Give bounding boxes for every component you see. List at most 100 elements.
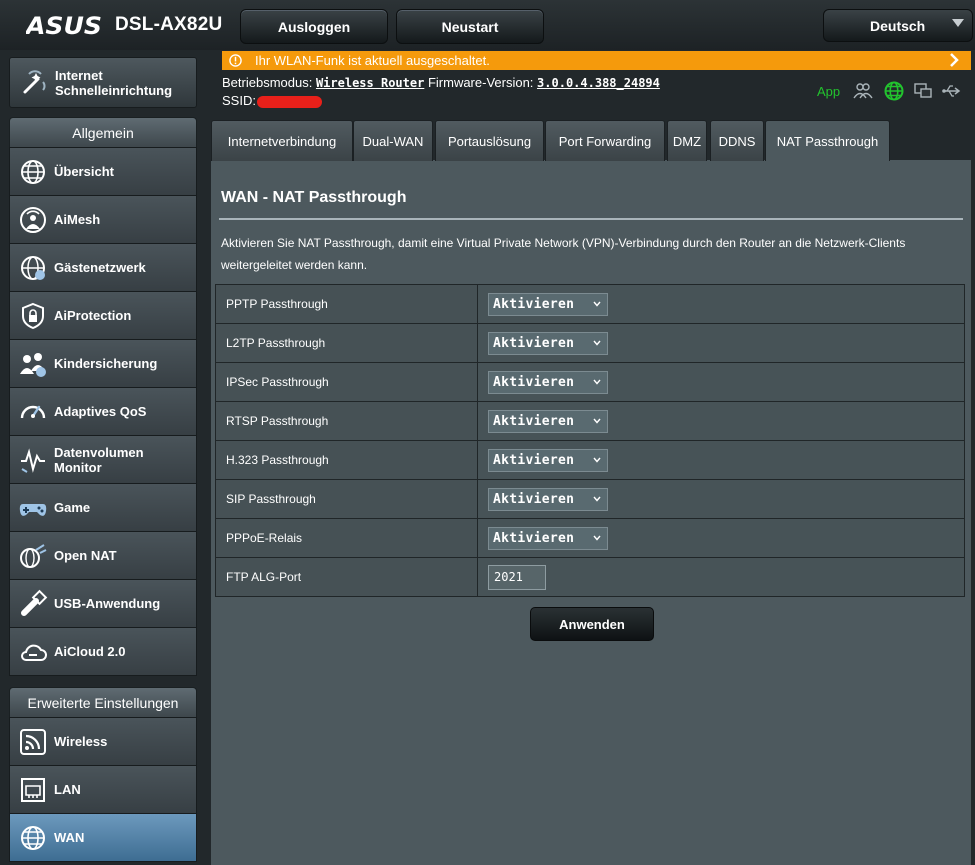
sidebar-item-aicloud-2-0[interactable]: AiCloud 2.0 (9, 627, 197, 676)
usb-status-icon[interactable] (941, 81, 961, 101)
tab-ddns[interactable]: DDNS (710, 120, 764, 161)
parental-control-icon (20, 352, 46, 377)
sidebar-item-aimesh[interactable]: AiMesh (9, 195, 197, 244)
tab-port-forwarding[interactable]: Port Forwarding (545, 120, 665, 161)
sidebar-item-lan[interactable]: LAN (9, 765, 197, 814)
page-description: Aktivieren Sie NAT Passthrough, damit ei… (221, 236, 906, 272)
sidebar-item-adaptives-qos[interactable]: Adaptives QoS (9, 387, 197, 436)
open-nat-icon (20, 543, 47, 568)
settings-row: H.323 Passthrough Aktivieren (215, 440, 965, 480)
ssid-line: SSID: (222, 93, 322, 108)
sidebar-item-open-nat[interactable]: Open NAT (9, 531, 197, 580)
tab-dual-wan[interactable]: Dual-WAN (353, 120, 433, 161)
caret-down-icon (952, 19, 964, 27)
mode-label: Betriebsmodus: (222, 75, 313, 90)
chevron-down-icon (593, 301, 601, 307)
sidebar-item-game[interactable]: Game (9, 483, 197, 532)
reboot-button[interactable]: Neustart (396, 9, 544, 44)
setting-label: L2TP Passthrough (215, 323, 478, 363)
sidebar-item-wireless[interactable]: Wireless (9, 717, 197, 766)
tab-nat-passthrough[interactable]: NAT Passthrough (765, 120, 890, 161)
setting-value-cell: Aktivieren (477, 401, 965, 441)
select-value: Aktivieren (493, 374, 575, 390)
passthrough-select[interactable]: Aktivieren (488, 487, 608, 511)
chevron-down-icon (593, 340, 601, 346)
chevron-down-icon (593, 496, 601, 502)
setting-label: SIP Passthrough (215, 479, 478, 519)
cloud-icon (21, 644, 47, 661)
usb-icon (21, 589, 48, 616)
wifi-off-notice[interactable]: Ihr WLAN-Funk ist aktuell ausgeschaltet. (222, 51, 971, 70)
setting-label: PPPoE-Relais (215, 518, 478, 558)
passthrough-select[interactable]: Aktivieren (488, 292, 608, 316)
app-link[interactable]: App (817, 84, 840, 99)
settings-row: FTP ALG-Port 2021 (215, 557, 965, 597)
gamepad-icon (19, 503, 47, 516)
passthrough-select[interactable]: Aktivieren (488, 331, 608, 355)
title-divider (219, 218, 963, 220)
chevron-right-icon[interactable] (947, 53, 961, 67)
setting-value-cell: Aktivieren (477, 479, 965, 519)
internet-status-icon[interactable] (884, 81, 904, 101)
settings-row: RTSP Passthrough Aktivieren (215, 401, 965, 441)
setting-label: FTP ALG-Port (215, 557, 478, 597)
devices-icon[interactable] (913, 81, 933, 101)
router-model: DSL-AX82U (115, 14, 223, 35)
chevron-down-icon (593, 418, 601, 424)
settings-row: L2TP Passthrough Aktivieren (215, 323, 965, 363)
apply-button[interactable]: Anwenden (530, 607, 654, 641)
select-value: Aktivieren (493, 335, 575, 351)
setting-value-cell: Aktivieren (477, 323, 965, 363)
sidebar-item-label: Game (54, 500, 91, 515)
settings-row: PPPoE-Relais Aktivieren (215, 518, 965, 558)
settings-row: SIP Passthrough Aktivieren (215, 479, 965, 519)
setting-value-cell: Aktivieren (477, 518, 965, 558)
sidebar-item-label: USB-Anwendung (54, 596, 161, 611)
language-value: Deutsch (870, 17, 926, 34)
settings-row: PPTP Passthrough Aktivieren (215, 284, 965, 324)
mode-value-link[interactable]: Wireless Router (316, 76, 424, 90)
firmware-value-link[interactable]: 3.0.0.4.388_24894 (537, 76, 660, 90)
setting-value-cell: 2021 (477, 557, 965, 597)
passthrough-settings-table: PPTP Passthrough Aktivieren L2TP Passthrou… (215, 284, 965, 597)
quick-setup-button[interactable]: Internet Schnelleinrichtung (9, 57, 197, 108)
ftp-port-input[interactable]: 2021 (488, 564, 546, 590)
asus-logo: ASUS (26, 12, 102, 40)
tab-dmz[interactable]: DMZ (667, 120, 707, 161)
sidebar-item-label: WAN (54, 830, 85, 845)
logout-button[interactable]: Ausloggen (240, 9, 388, 44)
notice-text: Ihr WLAN-Funk ist aktuell ausgeschaltet. (255, 53, 490, 68)
sidebar-item-label: AiMesh (54, 212, 101, 227)
clients-icon[interactable] (853, 81, 873, 101)
chevron-down-icon (593, 379, 601, 385)
select-value: Aktivieren (493, 452, 575, 468)
sidebar-item-label: AiCloud 2.0 (54, 644, 126, 659)
setting-value-cell: Aktivieren (477, 440, 965, 480)
guest-network-icon (21, 255, 45, 280)
passthrough-select[interactable]: Aktivieren (488, 526, 608, 550)
firmware-label: Firmware-Version: (427, 75, 534, 90)
sidebar-item-usb-anwendung[interactable]: USB-Anwendung (9, 579, 197, 628)
sidebar-item-wan[interactable]: WAN (9, 813, 197, 862)
sidebar-item-aiprotection[interactable]: AiProtection (9, 291, 197, 340)
tab-internetverbindung[interactable]: Internetverbindung (211, 120, 353, 161)
wireless-icon (20, 728, 46, 755)
passthrough-select[interactable]: Aktivieren (488, 370, 608, 394)
passthrough-select[interactable]: Aktivieren (488, 448, 608, 472)
sidebar-item-übersicht[interactable]: Übersicht (9, 147, 197, 196)
sidebar-item-label: Übersicht (54, 164, 114, 179)
language-select[interactable]: Deutsch (823, 9, 973, 42)
chevron-down-icon (593, 535, 601, 541)
wan-globe-icon (21, 825, 45, 850)
traffic-monitor-icon (21, 447, 45, 473)
tab-portauslösung[interactable]: Portauslösung (435, 120, 544, 161)
ssid-label: SSID: (222, 93, 256, 108)
sidebar-item-datenvolumen-monitor[interactable]: Datenvolumen Monitor (9, 435, 197, 484)
sidebar-item-label: Gästenetzwerk (54, 260, 146, 275)
passthrough-select[interactable]: Aktivieren (488, 409, 608, 433)
wand-icon (23, 69, 46, 93)
sidebar-item-label: Open NAT (54, 548, 117, 563)
sidebar-item-gästenetzwerk[interactable]: Gästenetzwerk (9, 243, 197, 292)
sidebar-item-kindersicherung[interactable]: Kindersicherung (9, 339, 197, 388)
aimesh-icon (20, 206, 46, 233)
